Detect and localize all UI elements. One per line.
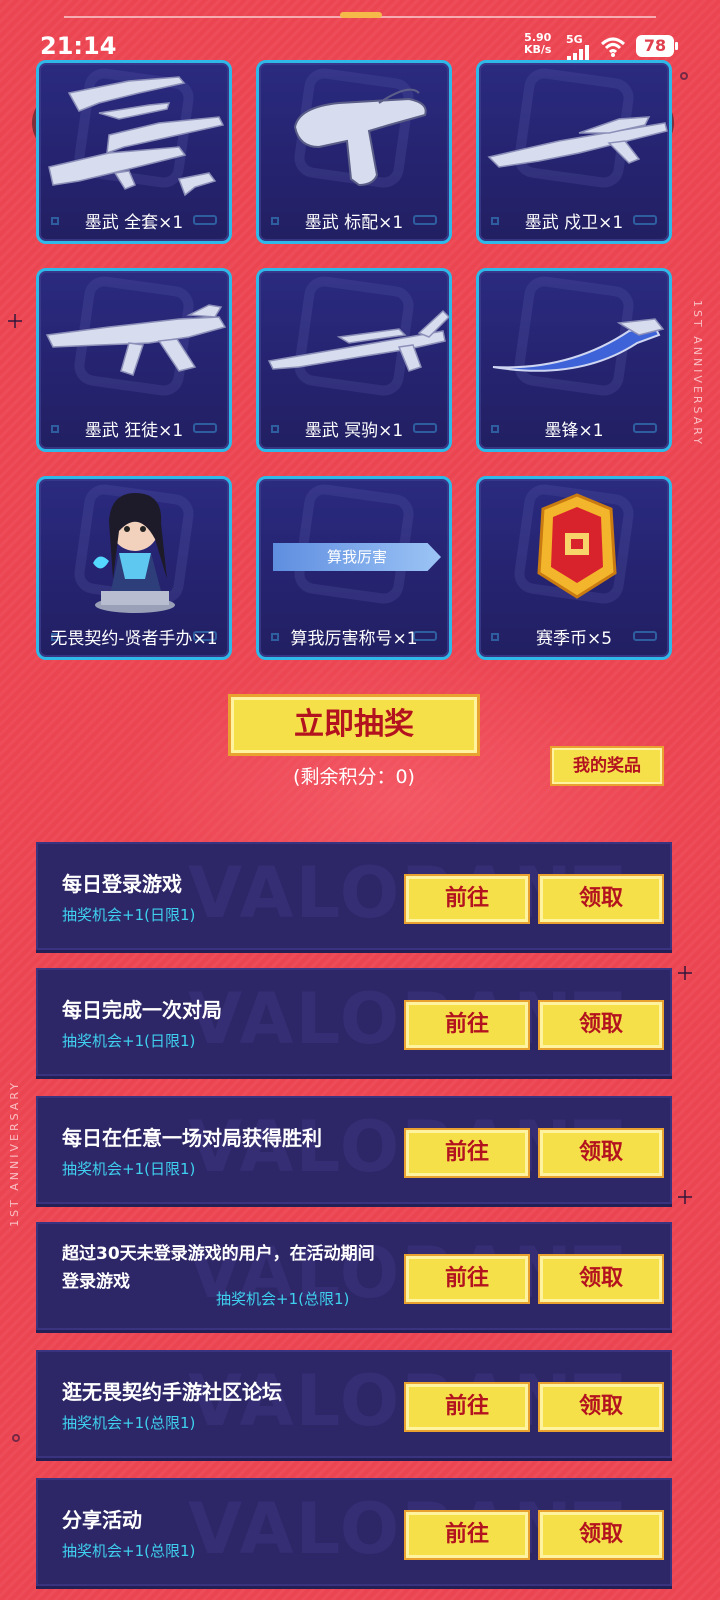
circle-decor-icon <box>680 72 688 80</box>
wifi-icon <box>600 37 626 57</box>
task-title: 分享活动 <box>62 1508 142 1532</box>
pistol-icon <box>293 88 427 187</box>
task-reward: 抽奖机会+1(总限1) <box>62 1414 196 1432</box>
weapon-set-icon <box>48 76 225 197</box>
draw-now-button[interactable]: 立即抽奖 <box>228 694 480 756</box>
task-card: VALORANT 分享活动 抽奖机会+1(总限1) 前往 领取 <box>36 1478 672 1586</box>
claim-button[interactable]: 领取 <box>538 1128 664 1178</box>
remaining-points: (剩余积分：0) <box>293 766 415 788</box>
task-title: 每日登录游戏 <box>62 872 182 896</box>
prize-label: 墨武 冥驹×1 <box>304 421 404 441</box>
crosshair-decor-icon <box>678 966 692 980</box>
prize-card[interactable]: 墨武 冥驹×1 <box>256 268 452 452</box>
anniversary-side-text: 1ST ANNIVERSARY <box>691 300 704 447</box>
task-reward: 抽奖机会+1(日限1) <box>62 1160 196 1178</box>
sniper-rifle-icon <box>267 309 449 372</box>
prize-label: 墨锋×1 <box>544 421 604 441</box>
blade-icon <box>492 318 665 372</box>
claim-button[interactable]: 领取 <box>538 874 664 924</box>
go-button[interactable]: 前往 <box>404 1382 530 1432</box>
network-speed-unit: KB/s <box>524 43 552 56</box>
task-reward: 抽奖机会+1(总限1) <box>216 1290 350 1308</box>
go-button[interactable]: 前往 <box>404 1000 530 1050</box>
status-bar: 21:14 5.90 KB/s 5G 78 <box>0 30 720 64</box>
task-title: 每日在任意一场对局获得胜利 <box>62 1126 322 1150</box>
rifle-icon <box>487 116 668 168</box>
crosshair-decor-icon <box>8 314 22 328</box>
signal-icon <box>567 45 589 61</box>
prize-card[interactable]: 墨武 戍卫×1 <box>476 60 672 244</box>
prize-label: 墨武 标配×1 <box>304 213 404 233</box>
task-card: VALORANT 逛无畏契约手游社区论坛 抽奖机会+1(总限1) 前往 领取 <box>36 1350 672 1458</box>
claim-button[interactable]: 领取 <box>538 1254 664 1304</box>
task-title: 逛无畏契约手游社区论坛 <box>62 1380 282 1404</box>
claim-button[interactable]: 领取 <box>538 1382 664 1432</box>
network-speed: 5.90 KB/s <box>524 32 551 56</box>
my-prizes-button[interactable]: 我的奖品 <box>550 746 664 786</box>
top-decor-notch <box>340 12 382 18</box>
prize-card[interactable]: 无畏契约-贤者手办×1 <box>36 476 232 660</box>
task-reward: 抽奖机会+1(日限1) <box>62 1032 196 1050</box>
prize-card[interactable]: 墨锋×1 <box>476 268 672 452</box>
go-button[interactable]: 前往 <box>404 874 530 924</box>
prize-card[interactable]: 墨武 全套×1 <box>36 60 232 244</box>
crosshair-decor-icon <box>678 1190 692 1204</box>
task-card: VALORANT 超过30天未登录游戏的用户，在活动期间登录游戏 抽奖机会+1(… <box>36 1222 672 1330</box>
prize-label: 墨武 戍卫×1 <box>524 213 624 233</box>
claim-button[interactable]: 领取 <box>538 1000 664 1050</box>
season-coin-icon <box>537 493 617 599</box>
anniversary-side-text-left: 1ST ANNIVERSARY <box>8 1080 21 1227</box>
prize-card[interactable]: 算我厉害 算我厉害称号×1 <box>256 476 452 660</box>
prize-label: 无畏契约-贤者手办×1 <box>50 629 218 649</box>
prize-label: 赛季币×5 <box>535 629 613 649</box>
title-badge-icon: 算我厉害 <box>273 543 441 571</box>
prize-card[interactable]: 赛季币×5 <box>476 476 672 660</box>
claim-button[interactable]: 领取 <box>538 1510 664 1560</box>
task-title: 每日完成一次对局 <box>62 998 222 1022</box>
prize-card[interactable]: 墨武 狂徒×1 <box>36 268 232 452</box>
prize-label: 墨武 狂徒×1 <box>84 421 184 441</box>
task-card: VALORANT 每日登录游戏 抽奖机会+1(日限1) 前往 领取 <box>36 842 672 950</box>
figure-icon <box>93 493 175 613</box>
go-button[interactable]: 前往 <box>404 1128 530 1178</box>
task-reward: 抽奖机会+1(日限1) <box>62 906 196 924</box>
prize-label: 墨武 全套×1 <box>84 213 184 233</box>
prize-card[interactable]: 墨武 标配×1 <box>256 60 452 244</box>
go-button[interactable]: 前往 <box>404 1254 530 1304</box>
task-card: VALORANT 每日在任意一场对局获得胜利 抽奖机会+1(日限1) 前往 领取 <box>36 1096 672 1204</box>
task-card: VALORANT 每日完成一次对局 抽奖机会+1(日限1) 前往 领取 <box>36 968 672 1076</box>
task-reward: 抽奖机会+1(总限1) <box>62 1542 196 1560</box>
battery-indicator: 78 <box>636 35 678 57</box>
go-button[interactable]: 前往 <box>404 1510 530 1560</box>
status-time: 21:14 <box>40 32 117 60</box>
assault-rifle-icon <box>45 304 227 376</box>
prize-label: 算我厉害称号×1 <box>290 629 418 649</box>
circle-decor-icon <box>12 1434 20 1442</box>
